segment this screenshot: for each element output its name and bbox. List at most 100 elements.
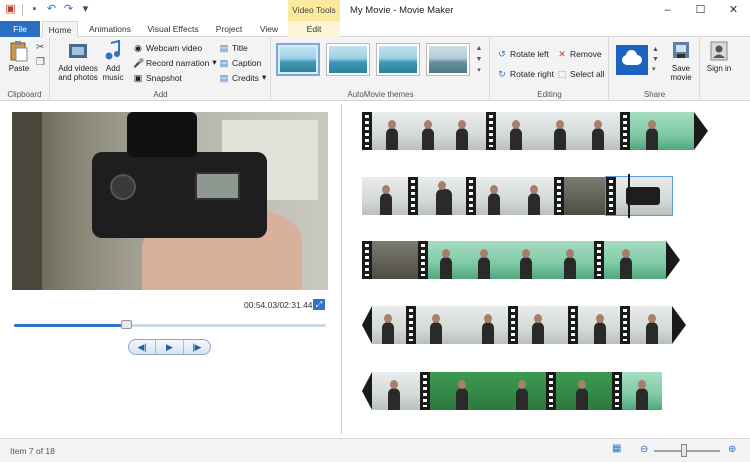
clip-thumbnail xyxy=(418,177,466,215)
close-button[interactable]: ✕ xyxy=(717,0,750,21)
storyboard-clip[interactable] xyxy=(408,177,466,215)
clip-thumbnail xyxy=(564,177,606,215)
zoom-out-button[interactable]: ⊖ xyxy=(640,444,648,455)
clip-thumbnail xyxy=(468,306,508,344)
storyboard-clip[interactable] xyxy=(508,306,568,344)
rotate-left-label: Rotate left xyxy=(510,48,549,59)
storyboard-clip[interactable] xyxy=(362,112,404,150)
storyboard-clip[interactable] xyxy=(362,241,418,279)
automovie-theme-2[interactable] xyxy=(326,43,370,76)
share-dropdown-icon[interactable]: ▲ ▼ ▾ xyxy=(652,45,659,75)
minimize-button[interactable]: – xyxy=(651,0,684,21)
automovie-theme-1[interactable] xyxy=(276,43,320,76)
storyboard-clip[interactable] xyxy=(444,112,486,150)
theme-gallery-scroll[interactable]: ▲ ▼ ▾ xyxy=(474,43,484,77)
storyboard-clip[interactable] xyxy=(672,112,694,150)
zoom-slider-thumb[interactable] xyxy=(680,444,687,457)
storyboard-clip[interactable] xyxy=(372,306,406,344)
storyboard-clip[interactable] xyxy=(420,372,500,410)
save-movie-button[interactable]: Save movie xyxy=(664,40,698,82)
storyboard-clip-selected[interactable] xyxy=(605,176,673,216)
customize-qat-icon[interactable]: ▾ xyxy=(79,3,92,16)
sign-in-button[interactable]: Sign in xyxy=(705,40,733,73)
storyboard-row xyxy=(362,306,686,344)
storyboard-clip[interactable] xyxy=(464,241,506,279)
rotate-left-button[interactable]: ↺ Rotate left xyxy=(497,47,549,60)
storyboard-clip[interactable] xyxy=(466,177,514,215)
maximize-button[interactable]: ☐ xyxy=(684,0,717,21)
scroll-up-icon[interactable]: ▲ xyxy=(474,43,484,54)
tab-visual-effects[interactable]: Visual Effects xyxy=(144,21,202,37)
expand-gallery-icon[interactable]: ▾ xyxy=(474,65,484,76)
storyboard-clip[interactable] xyxy=(404,112,444,150)
undo-icon[interactable]: ↶ xyxy=(45,3,58,16)
tab-animations[interactable]: Animations xyxy=(84,21,136,37)
storyboard-clip[interactable] xyxy=(468,306,508,344)
storyboard-clip[interactable] xyxy=(418,241,464,279)
tab-edit[interactable]: Edit xyxy=(288,21,340,37)
webcam-video-button[interactable]: ◉ Webcam video xyxy=(133,41,202,54)
thumb-person xyxy=(382,314,394,344)
add-videos-button[interactable]: Add videos and photos xyxy=(56,40,100,82)
storyboard-clip[interactable] xyxy=(612,372,662,410)
contextual-group-header: Video Tools xyxy=(288,0,340,21)
tab-project[interactable]: Project xyxy=(210,21,248,37)
storyboard-clip[interactable] xyxy=(546,372,612,410)
zoom-in-button[interactable]: ⊕ xyxy=(728,444,736,455)
storyboard-clip[interactable] xyxy=(500,372,546,410)
tab-home[interactable]: Home xyxy=(42,21,78,38)
redo-icon[interactable]: ↷ xyxy=(62,3,75,16)
caption-button[interactable]: ▤ Caption xyxy=(219,56,262,69)
storyboard-clip[interactable] xyxy=(406,306,468,344)
onedrive-button[interactable] xyxy=(616,45,648,75)
storyboard-clip[interactable] xyxy=(646,241,666,279)
storyboard-clip[interactable] xyxy=(486,112,538,150)
next-frame-button[interactable]: |▶ xyxy=(184,340,210,354)
play-button[interactable]: ▶ xyxy=(156,340,184,354)
storyboard-clip[interactable] xyxy=(620,306,672,344)
previous-frame-button[interactable]: ◀| xyxy=(129,340,157,354)
film-sprocket xyxy=(620,112,630,150)
credits-button[interactable]: ▤ Credits ▾ xyxy=(219,71,266,84)
storyboard-clip[interactable] xyxy=(594,241,646,279)
clip-thumbnail xyxy=(430,372,500,410)
select-all-button[interactable]: ⬚ Select all xyxy=(557,67,605,80)
thumb-person xyxy=(576,380,588,410)
thumbnail-size-icon[interactable]: ▦ xyxy=(612,443,621,454)
video-preview[interactable] xyxy=(12,112,328,290)
storyboard-clip[interactable] xyxy=(514,177,554,215)
storyboard-clip[interactable] xyxy=(506,241,548,279)
storyboard-clip[interactable] xyxy=(578,112,620,150)
app-icon[interactable]: ▣ xyxy=(4,3,17,16)
storyboard-clip[interactable] xyxy=(362,177,408,215)
automovie-theme-4[interactable] xyxy=(426,43,470,76)
add-music-button[interactable]: Add music xyxy=(100,40,126,82)
pane-divider[interactable] xyxy=(341,104,342,434)
tab-view[interactable]: View xyxy=(254,21,284,37)
storyboard-clip[interactable] xyxy=(554,177,606,215)
storyboard-clip[interactable] xyxy=(568,306,620,344)
snapshot-button[interactable]: ▣ Snapshot xyxy=(133,71,182,84)
automovie-theme-3[interactable] xyxy=(376,43,420,76)
remove-button[interactable]: ✕ Remove xyxy=(557,47,601,60)
storyboard-clip[interactable] xyxy=(548,241,594,279)
seek-bar[interactable] xyxy=(14,324,326,327)
save-icon[interactable]: ▪ xyxy=(28,3,41,16)
fullscreen-icon[interactable]: ⤢ xyxy=(313,299,325,310)
tab-file[interactable]: File xyxy=(0,21,40,37)
scroll-down-icon[interactable]: ▼ xyxy=(474,54,484,65)
seek-thumb[interactable] xyxy=(121,320,133,329)
storyboard-clip[interactable] xyxy=(372,372,420,410)
zoom-slider[interactable] xyxy=(654,450,720,452)
title-button[interactable]: ▤ Title xyxy=(219,41,248,54)
copy-icon[interactable]: ❐ xyxy=(36,57,45,68)
playhead[interactable] xyxy=(628,174,630,218)
chevron-down-icon: ▾ xyxy=(261,72,267,82)
rotate-right-button[interactable]: ↻ Rotate right xyxy=(497,67,554,80)
paste-button[interactable]: Paste xyxy=(6,40,32,73)
storyboard-clip[interactable] xyxy=(538,112,578,150)
cut-icon[interactable]: ✂ xyxy=(36,42,44,53)
thumb-camera xyxy=(626,187,660,205)
record-narration-button[interactable]: 🎤 Record narration ▾ xyxy=(133,56,217,69)
storyboard-clip[interactable] xyxy=(620,112,672,150)
